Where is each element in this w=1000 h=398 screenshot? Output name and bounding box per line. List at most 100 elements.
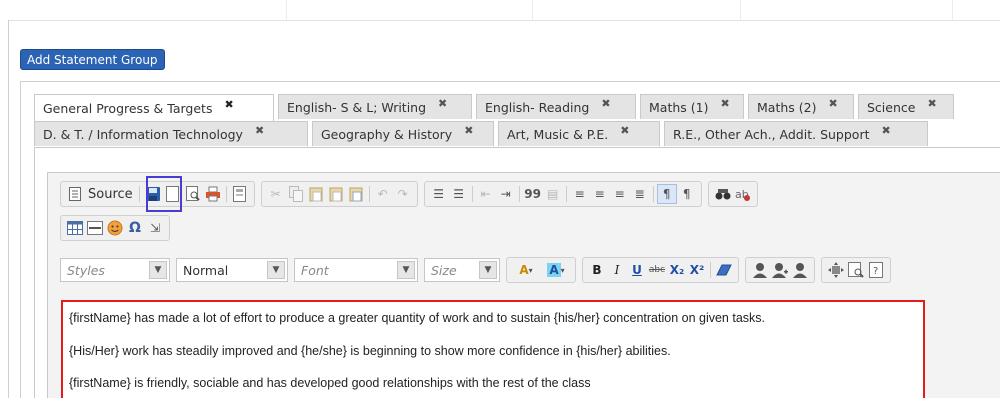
chevron-down-icon[interactable]: ▼ (149, 261, 167, 279)
tab-label: R.E., Other Ach., Addit. Support (673, 126, 870, 142)
close-icon[interactable]: ✖ (720, 91, 729, 116)
separator (225, 186, 227, 202)
align-right-icon[interactable]: ≡ (610, 184, 630, 204)
justify-icon[interactable]: ≣ (630, 184, 650, 204)
maximize-icon[interactable] (826, 260, 846, 280)
redo-icon[interactable]: ↷ (393, 184, 413, 204)
indent-icon[interactable]: ⇥ (496, 184, 516, 204)
separator (710, 262, 711, 278)
tab-label: English- S & L; Writing (287, 99, 427, 115)
add-statement-group-button[interactable]: Add Statement Group (20, 49, 165, 70)
separator (368, 186, 370, 202)
table-cell (532, 0, 741, 20)
copy-icon[interactable] (286, 184, 306, 204)
tab-science[interactable]: Science ✖ (858, 94, 954, 119)
text-color-icon[interactable]: A ▾ (511, 260, 541, 280)
close-icon[interactable]: ✖ (828, 91, 837, 116)
ltr-icon[interactable]: ¶ (656, 184, 677, 204)
close-icon[interactable]: ✖ (927, 91, 936, 116)
horizontal-rule-icon[interactable] (85, 218, 105, 238)
paste-word-icon[interactable] (346, 184, 366, 204)
size-combo[interactable]: Size ▼ (424, 258, 500, 282)
format-label: Normal (183, 262, 229, 278)
remove-user-icon[interactable] (790, 260, 810, 280)
find-icon[interactable] (713, 184, 733, 204)
paste-text-icon[interactable] (326, 184, 346, 204)
tab-maths-1[interactable]: Maths (1) ✖ (640, 94, 744, 119)
replace-icon[interactable]: ab (733, 184, 753, 204)
left-divider (8, 20, 9, 398)
bulleted-list-icon[interactable]: ☰ (449, 184, 469, 204)
tab-label: General Progress & Targets (43, 100, 213, 116)
editor-content[interactable]: {firstName} has made a lot of effort to … (61, 300, 925, 398)
tab-english-sl-writing[interactable]: English- S & L; Writing ✖ (278, 94, 472, 119)
separator (471, 186, 473, 202)
close-icon[interactable]: ✖ (601, 91, 610, 116)
close-icon[interactable]: ✖ (620, 118, 629, 143)
close-icon[interactable]: ✖ (438, 91, 447, 116)
create-div-icon[interactable]: ▤ (543, 184, 563, 204)
tab-label: D. & T. / Information Technology (43, 126, 243, 142)
smiley-icon[interactable] (105, 218, 125, 238)
numbered-list-icon[interactable]: ☰ (429, 184, 449, 204)
tab-label: Geography & History (321, 126, 453, 142)
close-icon[interactable]: ✖ (224, 92, 233, 117)
tab-label: Art, Music & P.E. (507, 126, 609, 142)
top-table (8, 0, 1000, 21)
tab-dt-it[interactable]: D. & T. / Information Technology ✖ (34, 121, 308, 146)
subscript-button[interactable]: X₂ (667, 260, 687, 280)
blockquote-icon[interactable]: 99 (523, 184, 543, 204)
insert-group: Ω ⇲ (60, 215, 170, 241)
preview-icon[interactable] (183, 184, 203, 204)
tab-label: English- Reading (485, 99, 590, 115)
cut-icon[interactable]: ✂ (266, 184, 286, 204)
tab-re-other[interactable]: R.E., Other Ach., Addit. Support ✖ (664, 121, 928, 146)
chevron-down-icon[interactable]: ▼ (397, 261, 415, 279)
special-char-icon[interactable]: Ω (125, 218, 145, 238)
format-combo[interactable]: Normal ▼ (176, 258, 288, 282)
underline-button[interactable]: U (627, 260, 647, 280)
table-icon[interactable] (65, 218, 85, 238)
tab-english-reading[interactable]: English- Reading ✖ (476, 94, 636, 119)
page-break-icon[interactable]: ⇲ (145, 218, 165, 238)
chevron-down-icon[interactable]: ▼ (267, 261, 285, 279)
tab-general-progress[interactable]: General Progress & Targets ✖ (34, 94, 274, 121)
close-icon[interactable]: ✖ (255, 118, 264, 143)
find-group: ab (707, 181, 758, 207)
tab-art-music-pe[interactable]: Art, Music & P.E. ✖ (498, 121, 660, 146)
background-color-icon[interactable]: A ▾ (541, 260, 571, 280)
separator (652, 186, 654, 202)
source-icon[interactable] (65, 184, 85, 204)
tab-maths-2[interactable]: Maths (2) ✖ (748, 94, 854, 119)
templates-icon[interactable] (230, 184, 250, 204)
styles-combo[interactable]: Styles ▼ (60, 258, 170, 282)
separator (518, 186, 520, 202)
print-icon[interactable] (203, 184, 223, 204)
show-blocks-icon[interactable] (846, 260, 866, 280)
chevron-down-icon[interactable]: ▼ (479, 261, 497, 279)
source-button[interactable]: Source (88, 187, 133, 202)
font-combo[interactable]: Font ▼ (294, 258, 418, 282)
close-icon[interactable]: ✖ (464, 118, 473, 143)
strikethrough-button[interactable]: abc (647, 260, 667, 280)
align-center-icon[interactable]: ≡ (590, 184, 610, 204)
paste-icon[interactable] (306, 184, 326, 204)
close-icon[interactable]: ✖ (881, 118, 890, 143)
user-icon[interactable] (750, 260, 770, 280)
help-icon[interactable]: ? (866, 260, 886, 280)
colors-group: A ▾ A ▾ (506, 257, 576, 283)
eraser-icon[interactable] (714, 260, 734, 280)
align-left-icon[interactable]: ≡ (570, 184, 590, 204)
tab-geography-history[interactable]: Geography & History ✖ (312, 121, 494, 146)
undo-icon[interactable]: ↶ (373, 184, 393, 204)
italic-button[interactable]: I (607, 260, 627, 280)
outdent-icon[interactable]: ⇤ (476, 184, 496, 204)
superscript-button[interactable]: X² (687, 260, 707, 280)
content-line: {His/Her} work has steadily improved and… (69, 344, 671, 358)
rtl-icon[interactable]: ¶ (677, 184, 697, 204)
toolbar-row-2: Ω ⇲ (60, 215, 176, 241)
add-user-icon[interactable] (770, 260, 790, 280)
size-label: Size (431, 262, 457, 278)
bold-button[interactable]: B (587, 260, 607, 280)
clipboard-group: ✂ ↶ ↷ (260, 181, 418, 207)
